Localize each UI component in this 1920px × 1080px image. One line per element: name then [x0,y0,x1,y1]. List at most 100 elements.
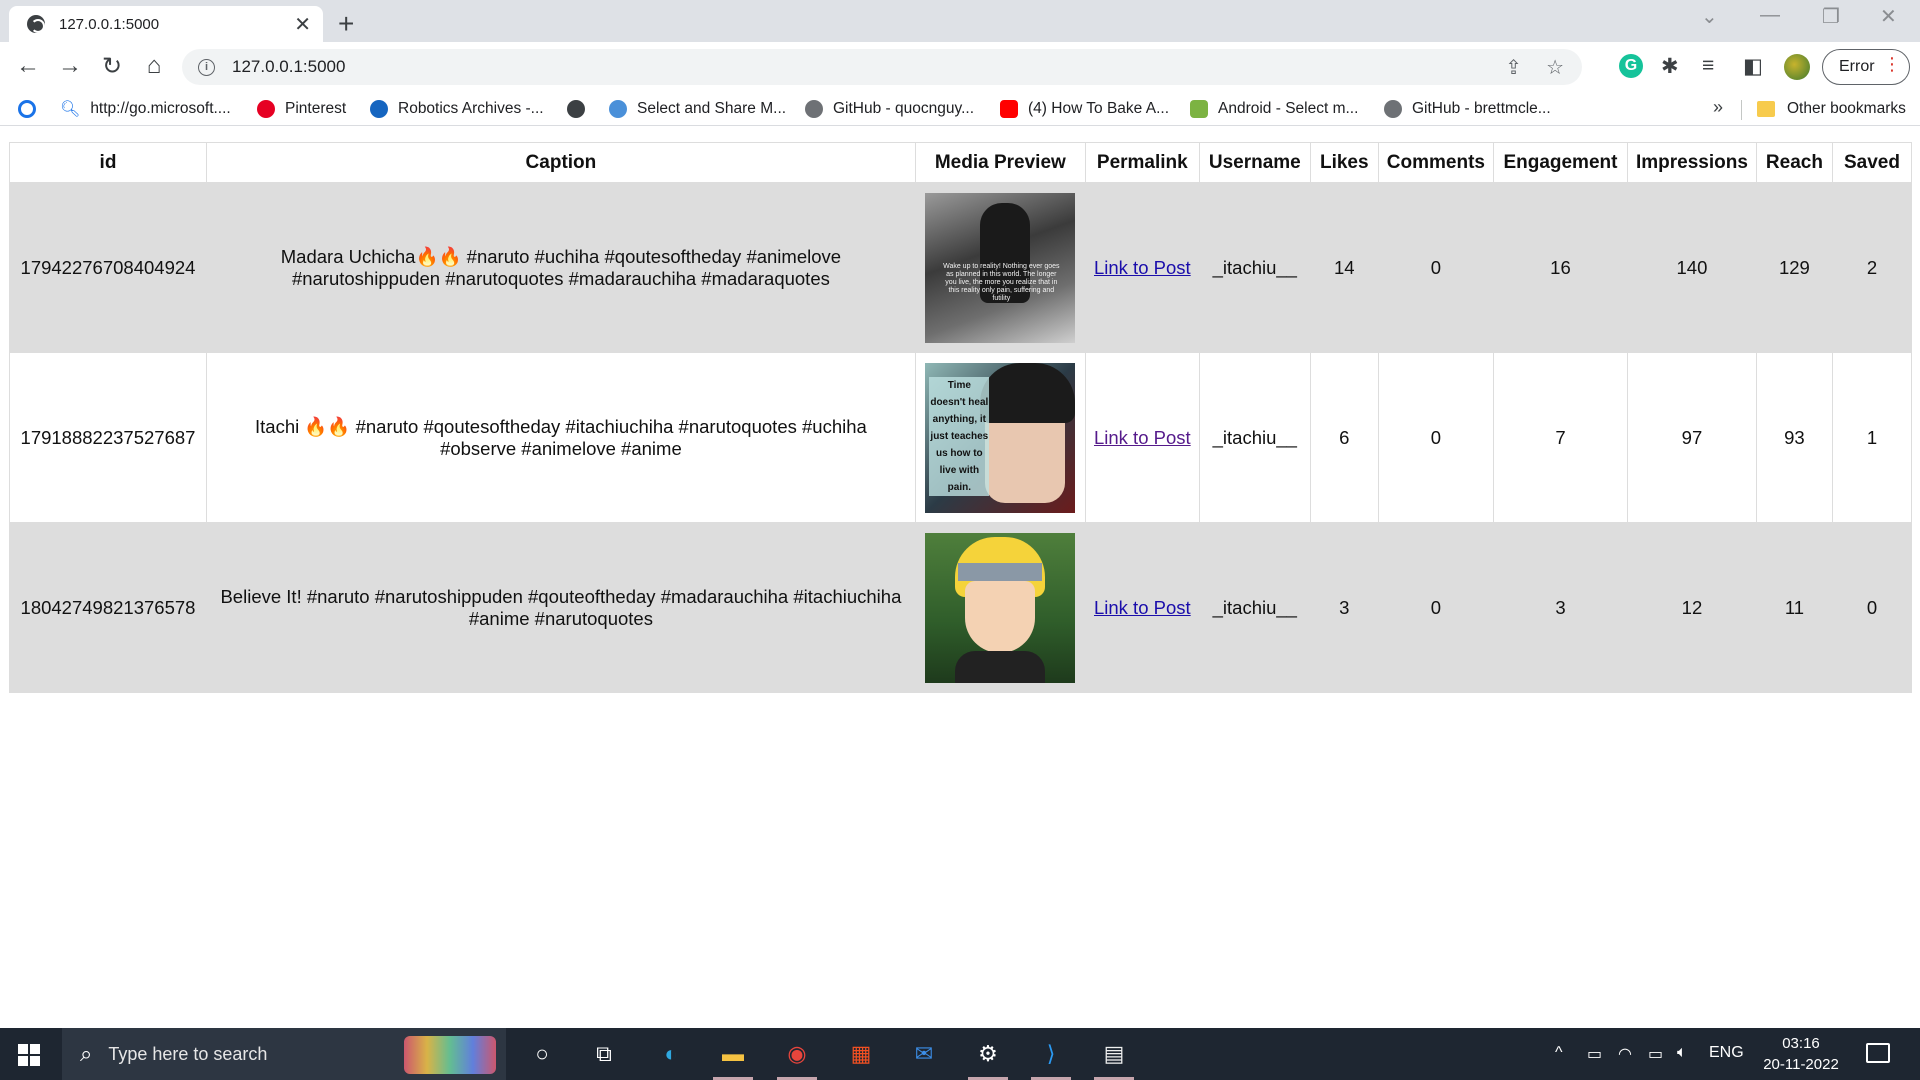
device-icon[interactable]: ▭ [1587,1044,1602,1064]
battery-icon[interactable]: ▭ [1648,1044,1663,1064]
settings-icon[interactable]: ⚙ [972,1038,1004,1070]
more-bookmarks-icon[interactable]: » [1713,97,1723,118]
python-file-icon[interactable]: ▤ [1098,1038,1130,1070]
cortana-icon[interactable]: ○ [526,1038,558,1070]
search-icon: ⌕ [80,1041,93,1066]
cell-likes: 3 [1309,522,1379,693]
extensions-icon[interactable]: ✱ [1661,54,1679,79]
page-content: id Caption Media Preview Permalink Usern… [0,127,1920,1027]
header-username: Username [1198,142,1311,183]
address-bar[interactable]: i 127.0.0.1:5000 ⇪ ☆ [182,49,1582,85]
cell-engagement: 3 [1492,522,1628,693]
header-id: id [9,142,207,183]
windows-logo-icon [18,1044,28,1054]
clock[interactable]: 03:16 20-11-2022 [1756,1033,1846,1075]
menu-icon[interactable]: ⋮ [1883,54,1901,75]
grammarly-icon[interactable]: G [1619,54,1643,78]
forward-icon[interactable]: → [54,52,86,80]
vscode-icon[interactable]: ⟩ [1035,1038,1067,1070]
clock-date: 20-11-2022 [1763,1056,1839,1073]
cell-comments: 0 [1377,182,1494,353]
bookmark-item[interactable] [567,97,595,121]
bookmark-item[interactable]: Select and Share M... [609,97,786,121]
naruto-collar [955,650,1046,683]
file-explorer-icon[interactable]: ▬ [717,1038,749,1070]
profile-avatar[interactable] [1784,54,1810,80]
side-panel-icon[interactable]: ◧ [1743,54,1763,79]
naruto-face [965,580,1036,653]
header-permalink: Permalink [1084,142,1200,183]
reload-icon[interactable]: ↻ [96,52,128,81]
back-icon[interactable]: ← [12,52,44,80]
table-row: 18042749821376578 Believe It! #naruto #n… [9,522,1913,693]
profile-error-button[interactable]: Error ⋮ [1822,49,1910,85]
restore-icon[interactable]: ❐ [1822,4,1840,29]
bookmark-item[interactable]: Android - Select m... [1190,97,1358,121]
github-icon [1384,100,1402,118]
bookmark-label: Robotics Archives -... [398,100,544,117]
mail-icon[interactable]: ✉ [908,1038,940,1070]
store-icon[interactable]: ▦ [845,1038,877,1070]
edge-icon[interactable]: ◐ [655,1038,687,1070]
bookmark-item[interactable]: (4) How To Bake A... [1000,97,1169,121]
cell-username: _itachiu__ [1198,182,1311,353]
header-media-preview: Media Preview [914,142,1086,183]
chrome-icon[interactable]: ◉ [781,1038,813,1070]
browser-tab[interactable]: 127.0.0.1:5000 ✕ [9,6,323,42]
bookmark-item[interactable] [18,97,46,121]
notification-icon[interactable] [1866,1043,1890,1063]
globe-icon [567,100,585,118]
home-icon[interactable]: ⌂ [138,52,170,80]
share-icon[interactable]: ⇪ [1505,55,1522,80]
bookmark-item[interactable]: GitHub - quocnguy... [805,97,974,121]
bookmark-item[interactable]: GitHub - brettmcle... [1384,97,1551,121]
bookmarks-divider [1741,100,1742,120]
github-icon [805,100,823,118]
bookmark-item[interactable]: Robotics Archives -... [370,97,544,121]
permalink-link[interactable]: Link to Post [1094,427,1191,449]
posts-table: id Caption Media Preview Permalink Usern… [9,142,1913,693]
close-tab-icon[interactable]: ✕ [294,12,311,37]
table-row: 17918882237527687 Itachi 🔥🔥 #naruto #qou… [9,352,1913,523]
bookmark-item[interactable]: Pinterest [257,97,346,121]
task-view-icon[interactable]: ⧉ [588,1038,620,1070]
reading-list-icon[interactable]: ≡ [1702,54,1714,78]
wifi-icon[interactable]: ◠ [1618,1044,1632,1064]
other-bookmarks-folder[interactable]: Other bookmarks [1757,97,1906,121]
cell-engagement: 16 [1492,182,1628,353]
cell-saved: 0 [1831,522,1913,693]
cell-comments: 0 [1377,352,1494,523]
cell-likes: 14 [1309,182,1379,353]
folder-icon [1757,101,1775,117]
tab-title: 127.0.0.1:5000 [59,15,160,33]
language-indicator[interactable]: ENG [1709,1044,1744,1062]
site-info-icon[interactable]: i [198,58,215,76]
permalink-link[interactable]: Link to Post [1094,597,1191,619]
tab-search-icon[interactable]: ⌄ [1701,4,1718,29]
header-caption: Caption [205,142,916,183]
globe-icon [27,15,45,33]
permalink-link[interactable]: Link to Post [1094,257,1191,279]
itachi-hair [980,362,1076,423]
windows-logo-icon [30,1044,40,1054]
star-icon[interactable]: ☆ [1546,55,1564,80]
start-button[interactable] [18,1044,40,1066]
taskbar-search[interactable]: ⌕ Type here to search [62,1028,506,1080]
naruto-headband [958,562,1043,581]
volume-icon[interactable]: 🔈︎ [1677,1044,1687,1062]
cell-reach: 93 [1755,352,1833,523]
chevron-up-icon[interactable]: ^ [1555,1044,1563,1062]
search-icon: 🔍︎ [60,101,81,118]
cell-saved: 1 [1831,352,1913,523]
windows-logo-icon [18,1056,28,1066]
bookmark-item[interactable]: 🔍︎ http://go.microsoft.... [60,97,231,121]
media-quote: Time doesn't heal anything, it just teac… [929,376,990,496]
header-impressions: Impressions [1626,142,1757,183]
new-tab-icon[interactable]: + [338,8,354,40]
minimize-icon[interactable]: — [1760,4,1780,27]
media-quote: Wake up to reality! Nothing ever goes as… [943,262,1060,302]
close-window-icon[interactable]: ✕ [1880,4,1897,29]
bookmark-label: GitHub - brettmcle... [1412,100,1551,117]
tab-strip: 127.0.0.1:5000 ✕ + ⌄ — ❐ ✕ [0,0,1920,42]
cell-id: 18042749821376578 [9,522,207,693]
